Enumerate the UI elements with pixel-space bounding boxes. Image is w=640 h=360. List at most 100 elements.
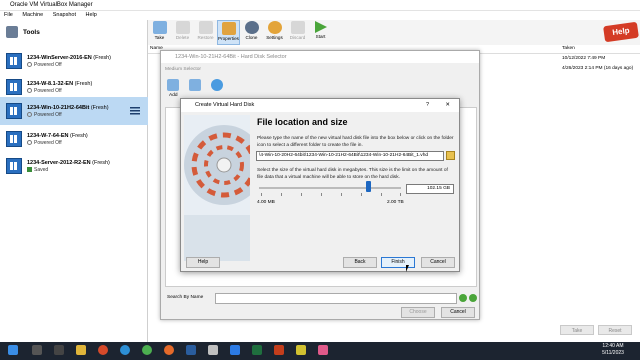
powerpoint-icon[interactable] bbox=[274, 345, 284, 355]
clock-date: 5/11/2023 bbox=[602, 350, 624, 356]
restore-icon bbox=[198, 21, 213, 34]
vm-name: 1234-W-7-64-EN bbox=[27, 132, 69, 139]
back-button[interactable]: Back bbox=[343, 257, 377, 268]
vm-state: Powered Off bbox=[34, 139, 62, 146]
powered-off-icon bbox=[27, 112, 32, 117]
slider-tick bbox=[261, 193, 262, 196]
delete-button[interactable]: Delete bbox=[171, 20, 194, 45]
windows-os-icon bbox=[6, 131, 22, 147]
discard-button[interactable]: Discard bbox=[286, 20, 309, 45]
menu-file[interactable]: File bbox=[4, 12, 13, 18]
vm-item[interactable]: 1234-W-7-64-EN (Fresh) Powered Off bbox=[0, 126, 148, 152]
properties-button[interactable]: Properties bbox=[217, 20, 240, 45]
dialog-cancel-button[interactable]: Cancel bbox=[421, 257, 455, 268]
tools-item[interactable]: Tools bbox=[0, 20, 148, 44]
clone-button[interactable]: Clone bbox=[240, 20, 263, 45]
dialog-heading: File location and size bbox=[257, 117, 348, 127]
vm-tag: (Fresh) bbox=[92, 159, 110, 166]
vm-tag: (Fresh) bbox=[70, 132, 88, 139]
slider-tick bbox=[381, 193, 382, 196]
choose-button[interactable]: Choose bbox=[401, 307, 435, 318]
powered-off-icon bbox=[27, 88, 32, 93]
task-view-icon[interactable] bbox=[54, 345, 64, 355]
search-taskbar-icon[interactable] bbox=[32, 345, 42, 355]
clock[interactable]: 12:40 AM 5/11/2023 bbox=[590, 343, 636, 357]
vm-name: 1234-Server-2012-R2-EN bbox=[27, 159, 91, 166]
search-icon[interactable] bbox=[459, 294, 467, 302]
take-button[interactable]: Take bbox=[148, 20, 171, 45]
take-disabled-button[interactable]: Take bbox=[560, 325, 594, 335]
powered-off-icon bbox=[27, 140, 32, 145]
dialog-titlebar: Create Virtual Hard Disk ? ✕ bbox=[181, 99, 459, 112]
mouse-cursor bbox=[406, 265, 409, 272]
opera-icon[interactable] bbox=[98, 345, 108, 355]
col-taken: Taken bbox=[562, 46, 575, 51]
hds-cancel-button[interactable]: Cancel bbox=[441, 307, 475, 318]
file-explorer-icon[interactable] bbox=[76, 345, 86, 355]
tools-icon bbox=[6, 26, 18, 38]
firefox-icon[interactable] bbox=[164, 345, 174, 355]
chrome-icon[interactable] bbox=[142, 345, 152, 355]
finish-button[interactable]: Finish bbox=[381, 257, 415, 268]
start-menu-icon[interactable] bbox=[8, 345, 18, 355]
camera-icon bbox=[152, 21, 167, 34]
clone-icon bbox=[244, 21, 259, 34]
menu-snapshot[interactable]: Snapshot bbox=[53, 12, 76, 18]
vm-name: 1234-Win-10-21H2-64Bit bbox=[27, 104, 90, 111]
excel-icon[interactable] bbox=[252, 345, 262, 355]
size-slider-thumb[interactable] bbox=[366, 181, 371, 192]
vm-menu-icon[interactable] bbox=[130, 107, 140, 115]
vm-item[interactable]: 1234-Server-2012-R2-EN (Fresh) Saved bbox=[0, 153, 148, 179]
max-size-label: 2.00 TB bbox=[387, 200, 404, 205]
powered-off-icon bbox=[27, 62, 32, 67]
start-button[interactable]: Start bbox=[309, 20, 332, 45]
slider-tick bbox=[301, 193, 302, 196]
help-icon[interactable]: ? bbox=[426, 99, 429, 112]
gear-icon bbox=[267, 21, 282, 34]
medium-selector-label: Medium Selector bbox=[165, 67, 201, 72]
help-button[interactable]: Help bbox=[186, 257, 220, 268]
refresh-icon[interactable] bbox=[211, 79, 223, 91]
virtualbox-taskbar-icon[interactable] bbox=[186, 345, 196, 355]
paint-icon[interactable] bbox=[318, 345, 328, 355]
min-size-label: 4.00 MB bbox=[257, 200, 275, 205]
search-next-icon[interactable] bbox=[469, 294, 477, 302]
windows-os-icon bbox=[6, 103, 22, 119]
window-titlebar: Oracle VM VirtualBox Manager bbox=[0, 0, 640, 11]
menu-machine[interactable]: Machine bbox=[22, 12, 43, 18]
menu-help[interactable]: Help bbox=[86, 12, 97, 18]
size-slider-track[interactable] bbox=[259, 187, 401, 189]
tools-label: Tools bbox=[23, 28, 40, 36]
menu-bar: File Machine Snapshot Help bbox=[0, 11, 640, 20]
location-instructions: Please type the name of the new virtual … bbox=[257, 136, 454, 148]
close-icon[interactable]: ✕ bbox=[445, 99, 450, 112]
settings-button[interactable]: Settings bbox=[263, 20, 286, 45]
dialog-title: Create Virtual Hard Disk bbox=[195, 102, 255, 108]
vm-tag: (Fresh) bbox=[90, 104, 109, 111]
saved-state-icon bbox=[27, 167, 32, 172]
add-icon[interactable] bbox=[167, 79, 179, 91]
edge-icon[interactable] bbox=[120, 345, 130, 355]
create-icon[interactable] bbox=[189, 79, 201, 91]
vm-item-selected[interactable]: 1234-Win-10-21H2-64Bit (Fresh) Powered O… bbox=[0, 97, 148, 125]
windows-os-icon bbox=[6, 158, 22, 174]
slider-tick bbox=[341, 193, 342, 196]
notes-icon[interactable] bbox=[296, 345, 306, 355]
discard-icon bbox=[290, 21, 305, 34]
restore-button[interactable]: Restore bbox=[194, 20, 217, 45]
search-by-select[interactable]: Search By Name bbox=[167, 295, 203, 300]
word-icon[interactable] bbox=[230, 345, 240, 355]
vm-name: 1234-W-8.1-32-EN bbox=[27, 80, 74, 87]
delete-icon bbox=[175, 21, 190, 34]
search-input[interactable] bbox=[215, 293, 457, 304]
properties-icon bbox=[221, 22, 236, 35]
vm-item[interactable]: 1234-WinServer-2016-EN (Fresh) Powered O… bbox=[0, 48, 148, 74]
file-path-input[interactable]: \4-Win-10-20H2-64bit\1234-Win-10-21H2-64… bbox=[256, 151, 444, 161]
clock-time: 12:40 AM bbox=[602, 343, 624, 349]
reset-disabled-button[interactable]: Reset bbox=[598, 325, 632, 335]
folder-icon[interactable] bbox=[446, 151, 455, 160]
vm-name: 1234-WinServer-2016-EN bbox=[27, 54, 92, 61]
app-taskbar-icon[interactable] bbox=[208, 345, 218, 355]
size-instructions: Select the size of the virtual hard disk… bbox=[257, 168, 448, 180]
size-value-input[interactable]: 102.15 GB bbox=[406, 184, 454, 194]
